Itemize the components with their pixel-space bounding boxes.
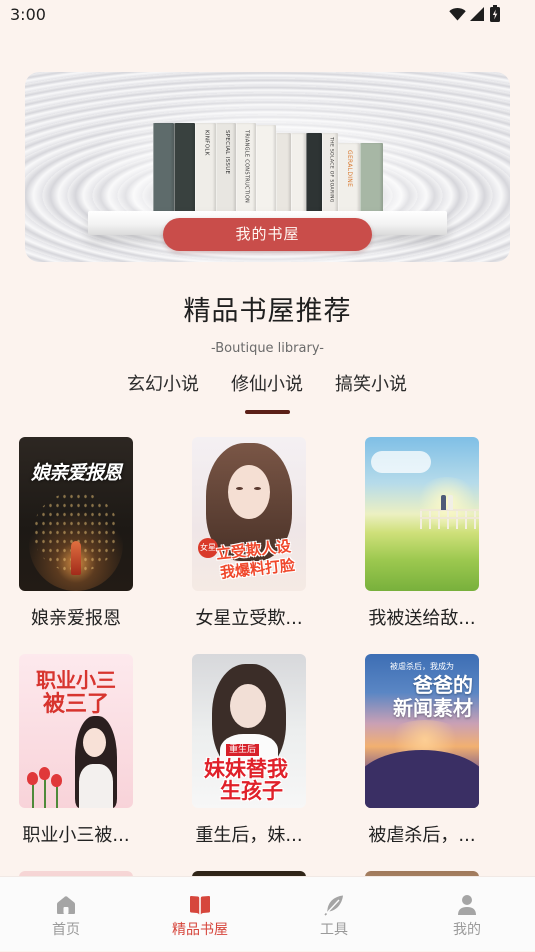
spine-label: GERALDINE: [346, 150, 353, 188]
tulip: [51, 774, 62, 787]
banner-book: GERALDINE: [338, 143, 360, 213]
banner-book: KINFOLK: [195, 123, 216, 213]
book-title: 职业小三被...: [22, 825, 130, 846]
tab-indicator: [245, 410, 290, 414]
nav-item-mine[interactable]: 我的: [417, 877, 517, 952]
wifi-icon: [449, 7, 466, 21]
book-cover: 娘亲爱报恩: [19, 437, 133, 591]
bottom-nav: 首页 精品书屋 工具 我的: [0, 876, 535, 951]
my-bookhouse-banner[interactable]: KINFOLK SPECIAL ISSUE TRIANGLE CONSTRUCT…: [25, 72, 510, 262]
nav-label: 工具: [320, 922, 348, 938]
banner-book: [256, 125, 276, 213]
my-bookhouse-button[interactable]: 我的书屋: [163, 218, 372, 251]
book-card[interactable]: 职业小三 被三了 职业小三被...: [19, 654, 133, 849]
cover-trees: [365, 750, 479, 808]
cover-figure-dress: [79, 764, 113, 808]
book-icon: [190, 896, 210, 915]
tab-xiuxian[interactable]: 修仙小说: [222, 373, 312, 397]
book-card[interactable]: 女星 立受欺人设 我爆料打脸 女星立受欺...: [192, 437, 306, 632]
home-icon: [57, 896, 75, 914]
book-title: 重生后，妹...: [195, 825, 303, 846]
cover-cloud: [371, 451, 431, 473]
book-cover: 重生后 妹妹替我 生孩子: [192, 654, 306, 808]
tulip-stem: [56, 784, 58, 808]
cover-figure-face: [228, 465, 270, 519]
tab-gaoxiao[interactable]: 搞笑小说: [326, 373, 416, 397]
banner-book: TRIANGLE CONSTRUCTION: [236, 123, 256, 213]
spine-label: THE SOLACE OF SOARING: [328, 137, 334, 203]
cover-fence-rail: [420, 517, 479, 519]
book-card[interactable]: 重生后 妹妹替我 生孩子 重生后，妹...: [192, 654, 306, 849]
cover-figure-eye: [254, 487, 261, 490]
spine-label: TRIANGLE CONSTRUCTION: [243, 130, 250, 204]
cover-subtitle: 被虐杀后，我成为: [390, 662, 454, 671]
cover-title: 妹妹替我: [204, 757, 288, 781]
spine-label: KINFOLK: [203, 130, 210, 156]
cover-figure-eye: [236, 487, 243, 490]
nav-item-tools[interactable]: 工具: [284, 877, 384, 952]
tulip-stem: [32, 782, 34, 808]
book-card[interactable]: 被虐杀后，我成为 爸爸的 新闻素材 被虐杀后，...: [365, 654, 479, 849]
cover-figure: [448, 495, 453, 510]
banner-book: [153, 123, 174, 213]
tulip: [39, 767, 50, 780]
nav-item-home[interactable]: 首页: [16, 877, 116, 952]
book-cover: 职业小三 被三了: [19, 654, 133, 808]
spine-label: SPECIAL ISSUE: [223, 130, 230, 175]
battery-icon: [490, 5, 500, 22]
cover-badge: 重生后: [226, 744, 260, 756]
nav-label: 精品书屋: [172, 922, 228, 938]
cover-title: 新闻素材: [393, 696, 473, 720]
cover-figure: [71, 541, 81, 575]
banner-book: [306, 133, 322, 213]
tab-xuanhuan[interactable]: 玄幻小说: [118, 373, 208, 397]
cover-title: 被三了: [42, 692, 109, 717]
cover-title: 生孩子: [220, 779, 283, 803]
cover-title: 爸爸的: [413, 673, 473, 697]
nav-label: 我的: [453, 922, 481, 938]
tulip: [27, 772, 38, 785]
signal-icon: [470, 7, 484, 21]
book-card[interactable]: 娘亲爱报恩 娘亲爱报恩: [19, 437, 133, 632]
banner-book: THE SOLACE OF SOARING: [322, 133, 338, 213]
cover-figure: [441, 495, 446, 510]
book-cover: 女星 立受欺人设 我爆料打脸: [192, 437, 306, 591]
book-title: 被虐杀后，...: [368, 825, 476, 846]
book-cover: 被虐杀后，我成为 爸爸的 新闻素材: [365, 654, 479, 808]
banner-book: [276, 133, 291, 213]
book-card[interactable]: 我被送给敌...: [365, 437, 479, 632]
nav-label: 首页: [52, 922, 80, 938]
cover-figure-face: [230, 684, 266, 728]
tulip-stem: [44, 778, 46, 808]
nav-item-bookhouse[interactable]: 精品书屋: [150, 877, 250, 952]
feather-icon: [324, 895, 343, 916]
book-cover: [365, 437, 479, 591]
book-title: 女星立受欺...: [195, 608, 303, 629]
cover-figure-face: [83, 728, 106, 757]
section-subtitle: -Boutique library-: [211, 341, 324, 356]
banner-book: [291, 133, 306, 213]
banner-book: [360, 143, 383, 213]
banner-book: SPECIAL ISSUE: [216, 123, 236, 213]
status-time: 3:00: [10, 5, 46, 24]
cover-fence: [420, 509, 479, 529]
section-title: 精品书屋推荐: [183, 296, 352, 327]
cover-title: 娘亲爱报恩: [30, 462, 122, 484]
banner-book: [174, 123, 195, 213]
cover-title: 职业小三: [36, 668, 116, 692]
book-title: 娘亲爱报恩: [31, 608, 121, 629]
book-title: 我被送给敌...: [368, 608, 476, 629]
person-icon: [458, 895, 476, 915]
